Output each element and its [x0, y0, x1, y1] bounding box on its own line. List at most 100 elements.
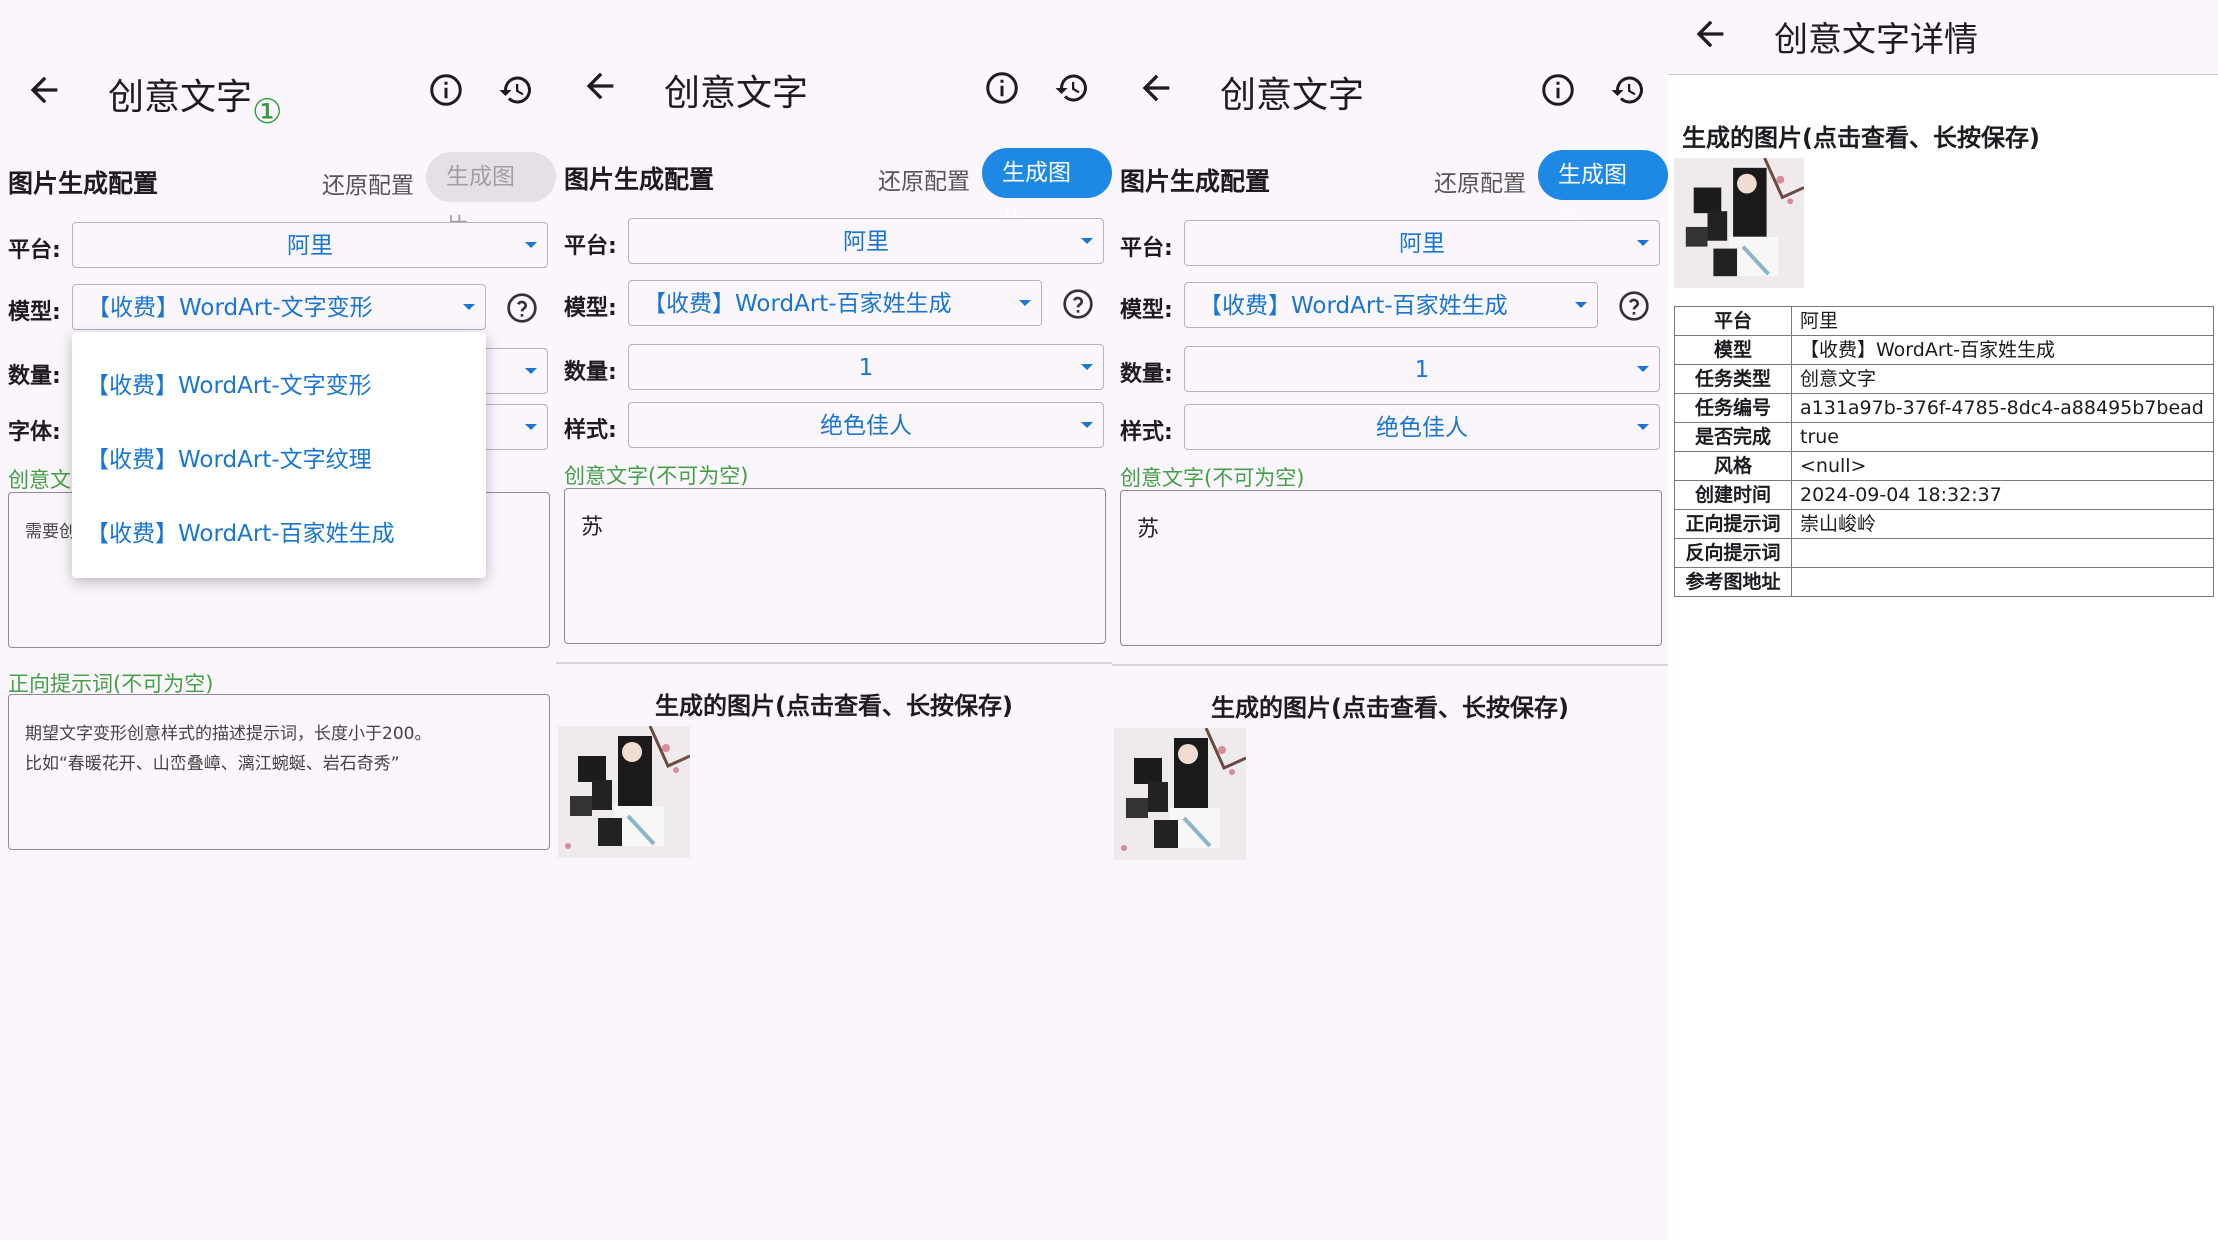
table-row: 平台 阿里	[1674, 306, 2214, 336]
row-key: 风格	[1674, 451, 1792, 481]
platform-select[interactable]: 阿里	[72, 222, 548, 268]
style-value: 绝色佳人	[820, 413, 912, 439]
page-title: 创意文字	[108, 77, 253, 118]
count-label: 数量:	[564, 360, 617, 385]
platform-label: 平台:	[564, 234, 617, 259]
dropdown-caret-icon	[1637, 366, 1649, 372]
dropdown-option[interactable]: 【收费】WordArt-百家姓生成	[86, 514, 395, 548]
generated-image-thumbnail[interactable]	[1674, 158, 1804, 288]
model-value: 【收费】WordArt-文字变形	[87, 295, 373, 321]
dropdown-caret-icon	[1081, 422, 1093, 428]
style-select[interactable]: 绝色佳人	[628, 402, 1104, 448]
style-select[interactable]: 绝色佳人	[1184, 404, 1660, 450]
count-label: 数量:	[8, 364, 61, 389]
style-label: 样式:	[1120, 420, 1173, 445]
creative-text-placeholder: 需要创	[25, 522, 76, 542]
help-icon[interactable]	[1618, 290, 1650, 322]
model-value: 【收费】WordArt-百家姓生成	[1199, 293, 1508, 319]
creative-text-label: 创意文	[8, 468, 71, 492]
generate-image-button[interactable]: 生成图片	[426, 152, 556, 240]
model-value: 【收费】WordArt-百家姓生成	[643, 291, 952, 317]
history-icon[interactable]	[1610, 72, 1646, 108]
help-icon[interactable]	[506, 292, 538, 324]
back-arrow-icon[interactable]	[580, 66, 620, 106]
table-row: 是否完成 true	[1674, 422, 2214, 452]
history-icon[interactable]	[1054, 70, 1090, 106]
creative-text-label: 创意文字(不可为空)	[564, 464, 749, 488]
model-label: 模型:	[1120, 298, 1173, 323]
model-label: 模型:	[8, 300, 61, 325]
step-badge: ①	[252, 92, 283, 132]
dropdown-caret-icon	[525, 368, 537, 374]
back-arrow-icon[interactable]	[1136, 68, 1176, 108]
info-icon[interactable]	[1540, 72, 1576, 108]
creative-text-value: 苏	[1137, 517, 1160, 542]
back-arrow-icon[interactable]	[24, 70, 64, 110]
generate-image-button[interactable]: 生成图片	[982, 148, 1112, 236]
count-select[interactable]: 1	[628, 344, 1104, 390]
reset-config-button[interactable]: 还原配置	[878, 162, 970, 196]
row-key: 任务编号	[1674, 393, 1792, 423]
table-row: 反向提示词	[1674, 538, 2214, 568]
result-title: 生成的图片(点击查看、长按保存)	[1682, 124, 2040, 152]
info-icon[interactable]	[984, 70, 1020, 106]
generated-image	[558, 726, 690, 858]
page-title: 创意文字详情	[1774, 20, 1978, 60]
row-value: 2024-09-04 18:32:37	[1791, 480, 2214, 510]
divider	[1112, 664, 1668, 666]
dropdown-caret-icon	[1081, 364, 1093, 370]
row-key: 正向提示词	[1674, 509, 1792, 539]
count-select[interactable]: 1	[1184, 346, 1660, 392]
info-icon[interactable]	[428, 72, 464, 108]
dropdown-caret-icon	[1637, 424, 1649, 430]
generated-image-thumbnail[interactable]	[558, 726, 690, 858]
screen-creative-text-detail: 创意文字详情 生成的图片(点击查看、长按保存) 平台 阿里 模型 【收费】WordA…	[1668, 0, 2218, 1240]
dropdown-option[interactable]: 【收费】WordArt-文字变形	[86, 366, 372, 400]
section-title: 图片生成配置	[8, 169, 159, 198]
prompt-input[interactable]: 期望文字变形创意样式的描述提示词，长度小于200。 比如“春暖花开、山峦叠嶂、漓…	[8, 694, 550, 850]
row-value: 创意文字	[1791, 364, 2214, 394]
creative-text-input[interactable]: 苏	[564, 488, 1106, 644]
platform-select[interactable]: 阿里	[1184, 220, 1660, 266]
prompt-placeholder-line2: 比如“春暖花开、山峦叠嶂、漓江蜿蜒、岩石奇秀”	[25, 754, 400, 774]
style-value: 绝色佳人	[1376, 415, 1468, 441]
result-title: 生成的图片(点击查看、长按保存)	[655, 692, 1013, 720]
dropdown-caret-icon	[525, 242, 537, 248]
help-icon[interactable]	[1062, 288, 1094, 320]
count-label: 数量:	[1120, 362, 1173, 387]
platform-label: 平台:	[1120, 236, 1173, 261]
back-arrow-icon[interactable]	[1690, 14, 1730, 54]
dropdown-caret-icon	[1019, 300, 1031, 306]
reset-config-button[interactable]: 还原配置	[322, 166, 414, 200]
creative-text-label: 创意文字(不可为空)	[1120, 466, 1305, 490]
platform-value: 阿里	[287, 233, 333, 259]
model-select[interactable]: 【收费】WordArt-文字变形	[72, 284, 486, 330]
row-value	[1791, 538, 2214, 568]
model-select[interactable]: 【收费】WordArt-百家姓生成	[1184, 282, 1598, 328]
table-row: 任务编号 a131a97b-376f-4785-8dc4-a88495b7bead	[1674, 393, 2214, 423]
dropdown-option[interactable]: 【收费】WordArt-文字纹理	[86, 440, 372, 474]
dropdown-caret-icon	[1081, 238, 1093, 244]
generate-image-button[interactable]: 生成图片	[1538, 150, 1668, 238]
history-icon[interactable]	[498, 72, 534, 108]
page-title: 创意文字	[1220, 75, 1365, 116]
platform-select[interactable]: 阿里	[628, 218, 1104, 264]
section-title: 图片生成配置	[564, 165, 715, 194]
task-detail-table: 平台 阿里 模型 【收费】WordArt-百家姓生成 任务类型 创意文字 任务编号 a1…	[1674, 306, 2214, 597]
model-label: 模型:	[564, 296, 617, 321]
row-value: true	[1791, 422, 2214, 452]
row-key: 反向提示词	[1674, 538, 1792, 568]
row-key: 平台	[1674, 306, 1792, 336]
table-row: 任务类型 创意文字	[1674, 364, 2214, 394]
model-select[interactable]: 【收费】WordArt-百家姓生成	[628, 280, 1042, 326]
reset-config-button[interactable]: 还原配置	[1434, 164, 1526, 198]
creative-text-input[interactable]: 苏	[1120, 490, 1662, 646]
dropdown-caret-icon	[525, 424, 537, 430]
dropdown-caret-icon	[463, 304, 475, 310]
screen-creative-text-dropdown: 创意文字 ① 图片生成配置 还原配置 生成图片 平台: 阿里 模型: 【收费】W…	[0, 0, 556, 1240]
platform-label: 平台:	[8, 238, 61, 263]
font-label: 字体:	[8, 420, 61, 445]
generated-image-thumbnail[interactable]	[1114, 728, 1246, 860]
dropdown-caret-icon	[1575, 302, 1587, 308]
table-row: 创建时间 2024-09-04 18:32:37	[1674, 480, 2214, 510]
